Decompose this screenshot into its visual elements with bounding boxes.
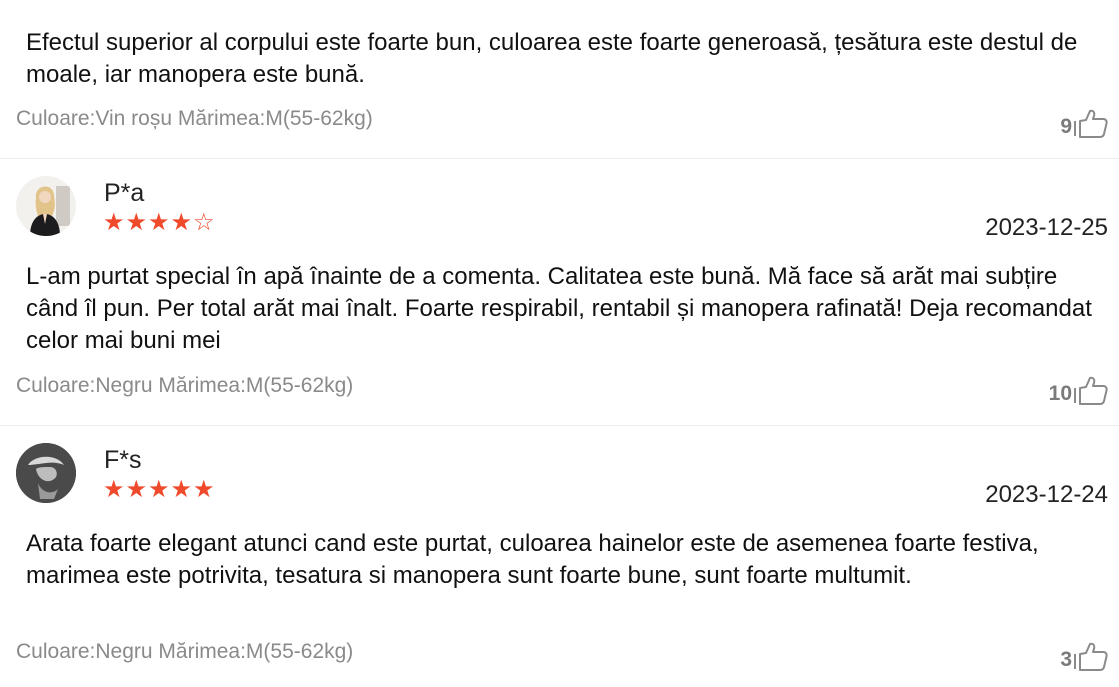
- like-count: 10: [1048, 382, 1072, 405]
- rating-stars: ★★★★☆: [103, 210, 216, 236]
- like-button[interactable]: 3: [1060, 641, 1109, 671]
- star-filled-icon: ★: [193, 476, 215, 503]
- thumbs-up-icon[interactable]: [1073, 641, 1109, 671]
- star-filled-icon: ★: [148, 209, 170, 236]
- review-item: F*s ★★★★★ 2023-12-24 Arata foarte elegan…: [0, 427, 1119, 687]
- like-button[interactable]: 10: [1049, 375, 1109, 405]
- star-filled-icon: ★: [170, 476, 193, 503]
- review-product-attributes: Culoare:Negru Mărimea:M(55-62kg): [16, 640, 354, 663]
- star-filled-icon: ★: [103, 209, 125, 236]
- avatar: [16, 443, 76, 503]
- star-filled-icon: ★: [103, 476, 125, 503]
- like-button[interactable]: 9: [1060, 108, 1109, 138]
- star-filled-icon: ★: [125, 209, 148, 236]
- review-username: P*a: [104, 179, 145, 207]
- review-username: F*s: [104, 446, 142, 474]
- rating-stars: ★★★★★: [103, 477, 216, 503]
- review-product-attributes: Culoare:Negru Mărimea:M(55-62kg): [16, 374, 354, 397]
- star-filled-icon: ★: [148, 476, 170, 503]
- review-date: 2023-12-24: [985, 481, 1108, 508]
- star-filled-icon: ★: [125, 476, 148, 503]
- star-filled-icon: ★: [170, 209, 193, 236]
- review-product-attributes: Culoare:Vin roșu Mărimea:M(55-62kg): [16, 107, 373, 130]
- avatar: [16, 176, 76, 236]
- star-outline-icon: ☆: [193, 209, 215, 236]
- review-date: 2023-12-25: [985, 214, 1108, 241]
- like-count: 3: [1060, 648, 1072, 671]
- review-item: P*a ★★★★☆ 2023-12-25 L-am purtat special…: [0, 160, 1119, 426]
- like-count: 9: [1060, 115, 1072, 138]
- review-text: L-am purtat special în apă înainte de a …: [26, 263, 1092, 354]
- review-item: Efectul superior al corpului este foarte…: [0, 0, 1119, 159]
- review-text: Arata foarte elegant atunci cand este pu…: [26, 530, 1039, 589]
- thumbs-up-icon[interactable]: [1073, 108, 1109, 138]
- review-text: Efectul superior al corpului este foarte…: [26, 29, 1078, 88]
- thumbs-up-icon[interactable]: [1073, 375, 1109, 405]
